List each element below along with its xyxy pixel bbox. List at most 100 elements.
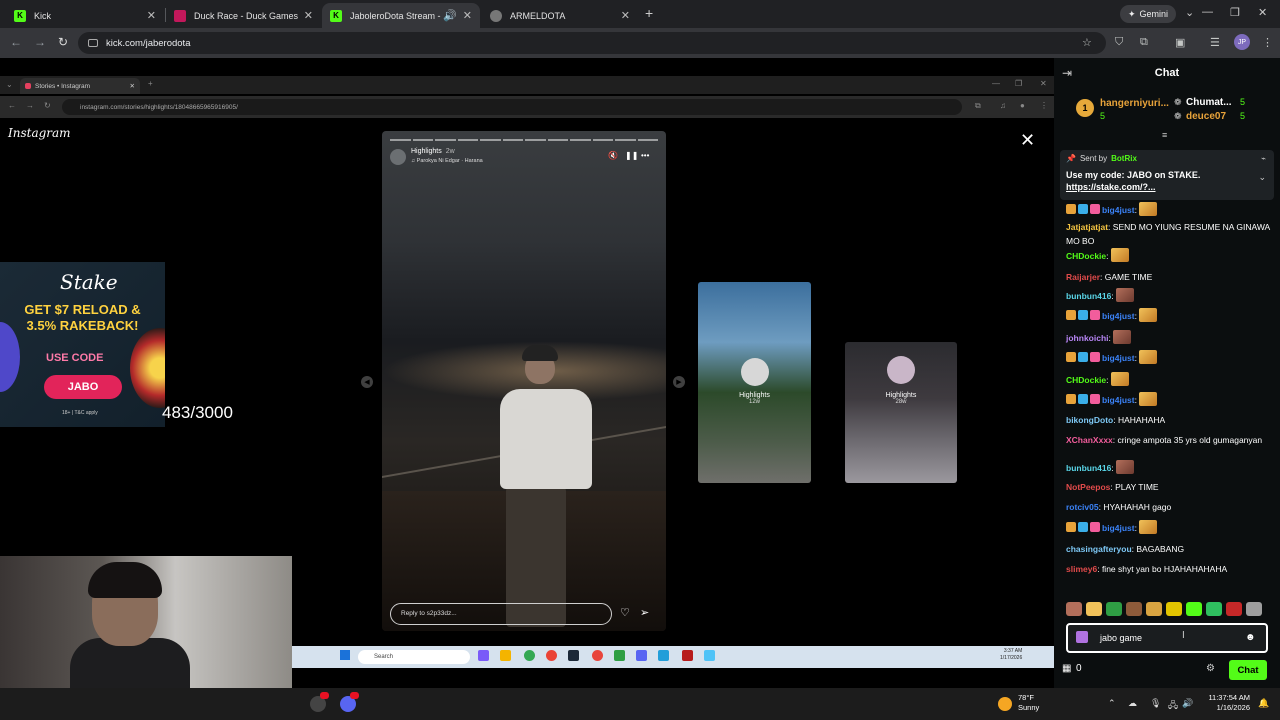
stream-video[interactable]: ⌄ Stories • Instagram ✕ + — ❐ ✕ ← → ↻ in… [0, 58, 1054, 688]
chat-username[interactable]: CHDockie [1066, 375, 1106, 385]
ad-wheel [130, 328, 165, 408]
sent-by-label: Sent by [1079, 154, 1108, 163]
emote-icon[interactable] [1166, 602, 1182, 616]
microphone-icon[interactable]: 🎙 [1150, 698, 1161, 709]
chat-username[interactable]: Raijarjer [1066, 272, 1100, 282]
chat-username[interactable]: NotPeepos [1066, 482, 1110, 492]
address-bar[interactable]: kick.com/jaberodota [78, 32, 1106, 54]
unpin-icon[interactable]: ⌁ [1261, 154, 1266, 163]
media-control-icon[interactable]: ▣ [1175, 36, 1185, 49]
chat-username[interactable]: rotciv05 [1066, 502, 1099, 512]
emote-icon[interactable] [1246, 602, 1262, 616]
speaker-icon[interactable]: 🔊 [443, 9, 457, 22]
notification-bell-icon[interactable]: 🔔 [1258, 698, 1269, 709]
send-chat-button[interactable]: Chat [1229, 660, 1267, 680]
emote-icon[interactable] [1226, 602, 1242, 616]
pinned-link[interactable]: https://stake.com/?... [1066, 181, 1268, 193]
reload-icon[interactable]: ↻ [58, 35, 68, 49]
leaderboard-count: 5 [1240, 111, 1246, 121]
emote-icon[interactable] [1186, 602, 1202, 616]
volume-icon[interactable]: 🔊 [1182, 698, 1193, 709]
chat-username[interactable]: big4just [1102, 523, 1135, 533]
captured-windows-icon [340, 650, 350, 660]
emote-icon[interactable] [1139, 392, 1158, 406]
story-viewer: Highlights 2w ♫ Parokya Ni Edgar · Harana… [382, 131, 666, 631]
network-icon[interactable]: 🖧 [1168, 698, 1178, 714]
reading-list-icon[interactable]: ☰ [1210, 36, 1220, 49]
chat-username[interactable]: CHDockie [1066, 251, 1106, 261]
chevron-down-icon[interactable]: ⌄ [1258, 172, 1266, 183]
chat-username[interactable]: big4just [1102, 395, 1135, 405]
captured-toolbar: ← → ↻ instagram.com/stories/highlights/1… [0, 96, 1054, 118]
weather-widget[interactable]: 78°F Sunny [1018, 693, 1039, 713]
close-icon[interactable]: ✕ [621, 9, 630, 22]
emote-icon[interactable] [1139, 308, 1158, 322]
emote-icon[interactable] [1126, 602, 1142, 616]
close-icon[interactable]: ✕ [147, 9, 156, 22]
minimize-icon[interactable]: — [1202, 6, 1213, 18]
tab-kick[interactable]: K Kick ✕ [6, 3, 164, 28]
emote-bar [1066, 602, 1276, 618]
system-clock[interactable]: 11:37:54 AM 1/16/2026 [1196, 693, 1250, 713]
story-close-icon: ✕ [1020, 130, 1036, 150]
emote-icon[interactable] [1116, 288, 1135, 302]
expand-leaderboard-icon[interactable]: ≡ [1162, 130, 1167, 140]
emote-icon[interactable] [1146, 602, 1162, 616]
chat-input[interactable]: jabo game [1066, 623, 1268, 653]
menu-kebab-icon[interactable]: ⋮ [1262, 36, 1273, 49]
restore-icon[interactable]: ❐ [1230, 6, 1240, 19]
back-icon[interactable]: ← [10, 35, 22, 49]
extensions-icon[interactable]: ⧉ [1140, 36, 1148, 49]
chat-username[interactable]: bikongDoto [1066, 415, 1113, 425]
tab-armeldota[interactable]: ARMELDOTA ✕ [482, 3, 638, 28]
emote-icon[interactable] [1139, 520, 1158, 534]
kicks-icon[interactable]: ▦ [1062, 663, 1071, 674]
emote-icon[interactable] [1106, 602, 1122, 616]
chat-username[interactable]: slimey6 [1066, 564, 1097, 574]
leaderboard-user[interactable]: deuce07 [1186, 111, 1226, 122]
gift-icon[interactable] [1076, 631, 1088, 643]
chat-username[interactable]: big4just [1102, 353, 1135, 363]
cloud-icon[interactable]: ☁ [1128, 698, 1137, 709]
leaderboard-user[interactable]: hangerniyuri... [1100, 98, 1169, 109]
tab-duck-race[interactable]: Duck Race - Duck Games ✕ [166, 3, 321, 28]
gear-icon[interactable]: ⚙ [1206, 663, 1215, 674]
profile-avatar[interactable]: JP [1234, 34, 1250, 50]
close-icon[interactable]: ✕ [463, 9, 472, 22]
emote-icon[interactable] [1113, 330, 1132, 344]
chat-username[interactable]: XChanXxxx [1066, 435, 1113, 445]
gemini-button[interactable]: ✦ Gemini [1120, 5, 1177, 23]
emote-icon[interactable] [1116, 460, 1135, 474]
forward-icon[interactable]: → [34, 35, 46, 49]
close-icon: ✕ [129, 83, 135, 90]
bookmark-star-icon[interactable]: ☆ [1082, 36, 1092, 49]
chat-username[interactable]: johnkoichi [1066, 333, 1109, 343]
emote-icon[interactable] [1206, 602, 1222, 616]
pinned-message[interactable]: 📌 Sent by BotRix Use my code: JABO on ST… [1060, 150, 1274, 200]
close-window-icon[interactable]: ✕ [1258, 6, 1267, 19]
shield-extension-icon[interactable]: ⛉ [1115, 36, 1123, 49]
chat-username[interactable]: chasingafteryou [1066, 544, 1132, 554]
chat-username[interactable]: Jatjatjatjat [1066, 222, 1108, 232]
emote-icon[interactable] [1110, 372, 1129, 386]
emote-icon[interactable] [1139, 202, 1158, 216]
emote-icon[interactable] [1110, 248, 1129, 262]
tab-search-icon[interactable]: ⌄ [1185, 6, 1194, 19]
tab-jaberodota-stream[interactable]: K JaboleroDota Stream - Wat 🔊 ✕ [322, 3, 480, 28]
leaderboard-user[interactable]: Chumat... [1186, 97, 1232, 108]
chat-username[interactable]: big4just [1102, 311, 1135, 321]
emoji-picker-icon[interactable]: ☻ [1245, 632, 1256, 643]
emote-icon[interactable] [1139, 350, 1158, 364]
pinned-sender[interactable]: BotRix [1111, 154, 1137, 163]
close-icon[interactable]: ✕ [304, 9, 313, 22]
goal-counter: 483/3000 [162, 403, 233, 422]
sun-icon[interactable] [998, 697, 1012, 711]
new-tab-icon[interactable]: + [645, 5, 653, 21]
chat-username[interactable]: big4just [1102, 205, 1135, 215]
chat-username[interactable]: bunbun416 [1066, 291, 1111, 301]
emote-icon[interactable] [1066, 602, 1082, 616]
site-info-icon[interactable] [88, 39, 98, 47]
tray-chevron-icon[interactable]: ⌃ [1108, 698, 1116, 709]
emote-icon[interactable] [1086, 602, 1102, 616]
chat-username[interactable]: bunbun416 [1066, 463, 1111, 473]
